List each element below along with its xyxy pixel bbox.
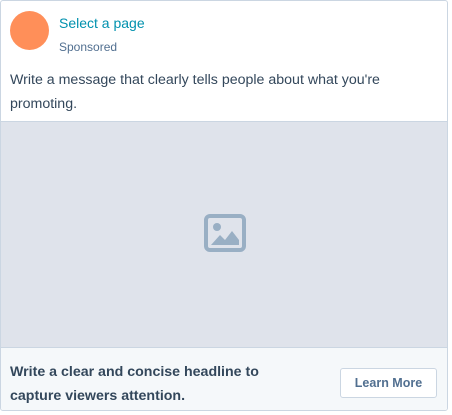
image-placeholder-icon xyxy=(204,214,246,252)
ad-footer: Write a clear and concise headline to ca… xyxy=(1,348,447,410)
sponsored-label: Sponsored xyxy=(59,40,118,54)
ad-headline: Write a clear and concise headline to ca… xyxy=(10,364,259,404)
select-page-link[interactable]: Select a page xyxy=(59,14,145,32)
post-message: Write a message that clearly tells peopl… xyxy=(10,72,380,112)
media-placeholder xyxy=(1,121,447,348)
learn-more-button[interactable]: Learn More xyxy=(340,368,437,398)
ad-preview-card: Select a page Sponsored Write a message … xyxy=(0,0,448,411)
page-avatar xyxy=(10,11,49,50)
post-header: Select a page Sponsored xyxy=(1,1,447,61)
